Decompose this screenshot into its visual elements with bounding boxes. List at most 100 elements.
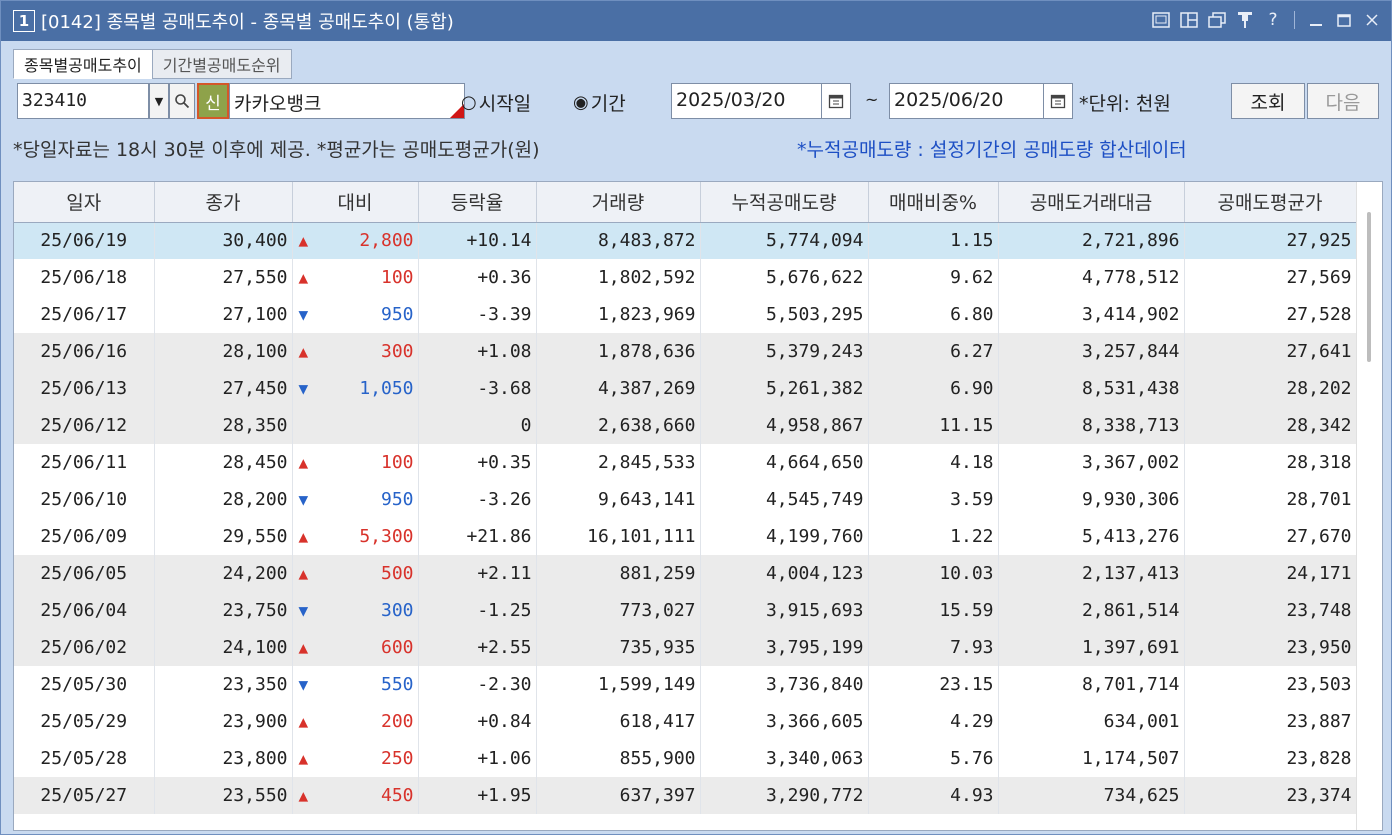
cell-diff: 5,300 bbox=[318, 518, 419, 555]
title-controls: ? bbox=[1150, 9, 1383, 31]
tab-period-short-ranking[interactable]: 기간별공매도순위 bbox=[151, 49, 292, 79]
stock-name-field[interactable]: 카카오뱅크 bbox=[229, 83, 465, 119]
window-number-badge[interactable]: 1 bbox=[13, 10, 35, 32]
start-date-input[interactable]: 2025/03/20 bbox=[671, 83, 823, 119]
radio-period[interactable]: ◉ 기간 bbox=[573, 89, 626, 116]
cell-rate: -3.68 bbox=[418, 370, 537, 407]
table-row[interactable]: 25/05/29 23,900 ▲ 200 +0.84 618,417 3,366,605 4… bbox=[14, 703, 1357, 740]
table-row[interactable]: 25/06/18 27,550 ▲ 100 +0.36 1,802,592 5,676,62… bbox=[14, 259, 1357, 296]
cell-avg: 23,374 bbox=[1184, 777, 1357, 814]
col-header-volume[interactable]: 거래량 bbox=[536, 182, 701, 223]
date-range-separator: ~ bbox=[865, 90, 879, 109]
radio-start-date[interactable]: ○ 시작일 bbox=[461, 89, 531, 116]
split-window-icon[interactable] bbox=[1178, 9, 1200, 31]
maximize-icon[interactable] bbox=[1333, 9, 1355, 31]
cell-ratio: 4.29 bbox=[868, 703, 999, 740]
title-bar[interactable]: 1 [0142] 종목별 공매도추이 - 종목별 공매도추이 (통합) ? bbox=[1, 1, 1391, 41]
cascade-window-icon[interactable] bbox=[1206, 9, 1228, 31]
table-row[interactable]: 25/06/13 27,450 ▼ 1,050 -3.68 4,387,269 5,261,… bbox=[14, 370, 1357, 407]
next-button[interactable]: 다음 bbox=[1307, 83, 1379, 119]
code-dropdown-button[interactable]: ▼ bbox=[149, 83, 169, 119]
new-listing-badge[interactable]: 신 bbox=[197, 83, 229, 119]
cell-avg: 23,748 bbox=[1184, 592, 1357, 629]
unit-label: *단위: 천원 bbox=[1079, 93, 1171, 115]
short-selling-window: 1 [0142] 종목별 공매도추이 - 종목별 공매도추이 (통합) ? 종목… bbox=[0, 0, 1392, 835]
col-header-rate[interactable]: 등락율 bbox=[418, 182, 537, 223]
cell-cum-short: 4,199,760 bbox=[700, 518, 869, 555]
scrollbar-thumb[interactable] bbox=[1367, 212, 1371, 362]
col-header-ratio[interactable]: 매매비중% bbox=[868, 182, 999, 223]
cell-cum-short: 3,736,840 bbox=[700, 666, 869, 703]
cell-cum-short: 4,545,749 bbox=[700, 481, 869, 518]
radio-unchecked-icon: ○ bbox=[461, 92, 477, 113]
cumulative-notice: *누적공매도량 : 설정기간의 공매도량 합산데이터 bbox=[797, 139, 1187, 161]
triangle-down-icon: ▼ bbox=[154, 94, 164, 108]
cell-rate: -3.39 bbox=[418, 296, 537, 333]
table-row[interactable]: 25/05/28 23,800 ▲ 250 +1.06 855,900 3,340,063 5… bbox=[14, 740, 1357, 777]
cell-cum-short: 3,795,199 bbox=[700, 629, 869, 666]
screen-icon[interactable] bbox=[1150, 9, 1172, 31]
stock-name-text: 카카오뱅크 bbox=[234, 93, 322, 115]
cell-rate: 0 bbox=[418, 407, 537, 444]
cell-direction bbox=[292, 407, 318, 444]
close-icon[interactable] bbox=[1361, 9, 1383, 31]
down-arrow-icon: ▼ bbox=[298, 675, 309, 694]
table-body: 25/06/19 30,400 ▲ 2,800 +10.14 8,483,872 5,774… bbox=[14, 222, 1357, 814]
up-arrow-icon: ▲ bbox=[298, 527, 309, 546]
stock-search-button[interactable] bbox=[169, 83, 195, 119]
table-header-row: 일자 종가 대비 등락율 거래량 누적공매도량 매매비중% 공매도거래대금 공매… bbox=[14, 182, 1357, 223]
cell-short-amount: 3,257,844 bbox=[998, 333, 1185, 370]
col-header-avg[interactable]: 공매도평균가 bbox=[1184, 182, 1357, 223]
cell-short-amount: 8,338,713 bbox=[998, 407, 1185, 444]
minimize-icon[interactable] bbox=[1305, 9, 1327, 31]
cell-date: 25/06/11 bbox=[14, 444, 155, 481]
table-row[interactable]: 25/06/10 28,200 ▼ 950 -3.26 9,643,141 4,545,74… bbox=[14, 481, 1357, 518]
cell-close: 27,100 bbox=[154, 296, 293, 333]
cell-date: 25/06/10 bbox=[14, 481, 155, 518]
cell-short-amount: 5,413,276 bbox=[998, 518, 1185, 555]
col-header-close[interactable]: 종가 bbox=[154, 182, 293, 223]
help-icon[interactable]: ? bbox=[1262, 9, 1284, 31]
tab-stock-short-trend[interactable]: 종목별공매도추이 bbox=[13, 49, 153, 79]
query-button[interactable]: 조회 bbox=[1231, 83, 1305, 119]
end-date-calendar-button[interactable] bbox=[1043, 83, 1073, 119]
vertical-scrollbar[interactable] bbox=[1356, 182, 1382, 830]
up-arrow-icon: ▲ bbox=[292, 555, 318, 592]
cell-ratio: 15.59 bbox=[868, 592, 999, 629]
table-row[interactable]: 25/06/09 29,550 ▲ 5,300 +21.86 16,101,111 4,19… bbox=[14, 518, 1357, 555]
cell-diff: 200 bbox=[318, 703, 419, 740]
col-header-cum-short[interactable]: 누적공매도량 bbox=[700, 182, 869, 223]
down-arrow-icon: ▼ bbox=[298, 490, 309, 509]
cell-ratio: 6.80 bbox=[868, 296, 999, 333]
col-header-date[interactable]: 일자 bbox=[14, 182, 155, 223]
table-row[interactable]: 25/06/17 27,100 ▼ 950 -3.39 1,823,969 5,503,29… bbox=[14, 296, 1357, 333]
table-row[interactable]: 25/06/11 28,450 ▲ 100 +0.35 2,845,533 4,664,65… bbox=[14, 444, 1357, 481]
table-row[interactable]: 25/05/27 23,550 ▲ 450 +1.95 637,397 3,290,772 4… bbox=[14, 777, 1357, 814]
up-arrow-icon: ▲ bbox=[292, 333, 318, 370]
cell-short-amount: 8,531,438 bbox=[998, 370, 1185, 407]
start-date-calendar-button[interactable] bbox=[821, 83, 851, 119]
table-row[interactable]: 25/06/16 28,100 ▲ 300 +1.08 1,878,636 5,379,24… bbox=[14, 333, 1357, 370]
cell-close: 28,450 bbox=[154, 444, 293, 481]
cell-date: 25/05/30 bbox=[14, 666, 155, 703]
pin-icon[interactable] bbox=[1234, 9, 1256, 31]
cell-avg: 27,528 bbox=[1184, 296, 1357, 333]
table-row[interactable]: 25/05/30 23,350 ▼ 550 -2.30 1,599,149 3,736,84… bbox=[14, 666, 1357, 703]
table-row[interactable]: 25/06/05 24,200 ▲ 500 +2.11 881,259 4,004,123 1… bbox=[14, 555, 1357, 592]
table-row[interactable]: 25/06/19 30,400 ▲ 2,800 +10.14 8,483,872 5,774… bbox=[14, 222, 1357, 259]
cell-diff: 450 bbox=[318, 777, 419, 814]
cell-avg: 27,670 bbox=[1184, 518, 1357, 555]
title-separator bbox=[1294, 11, 1295, 29]
cell-short-amount: 2,861,514 bbox=[998, 592, 1185, 629]
table-row[interactable]: 25/06/04 23,750 ▼ 300 -1.25 773,027 3,915,693 1… bbox=[14, 592, 1357, 629]
cell-ratio: 3.59 bbox=[868, 481, 999, 518]
end-date-input[interactable]: 2025/06/20 bbox=[889, 83, 1045, 119]
col-header-short-amount[interactable]: 공매도거래대금 bbox=[998, 182, 1185, 223]
cell-date: 25/06/04 bbox=[14, 592, 155, 629]
cell-cum-short: 4,004,123 bbox=[700, 555, 869, 592]
col-header-diff[interactable]: 대비 bbox=[292, 182, 419, 223]
stock-code-input[interactable]: 323410 bbox=[17, 83, 149, 119]
table-row[interactable]: 25/06/02 24,100 ▲ 600 +2.55 735,935 3,795,199 7… bbox=[14, 629, 1357, 666]
cell-diff: 950 bbox=[318, 481, 419, 518]
table-row[interactable]: 25/06/12 28,350 0 2,638,660 4,958,867 11.15 8,… bbox=[14, 407, 1357, 444]
